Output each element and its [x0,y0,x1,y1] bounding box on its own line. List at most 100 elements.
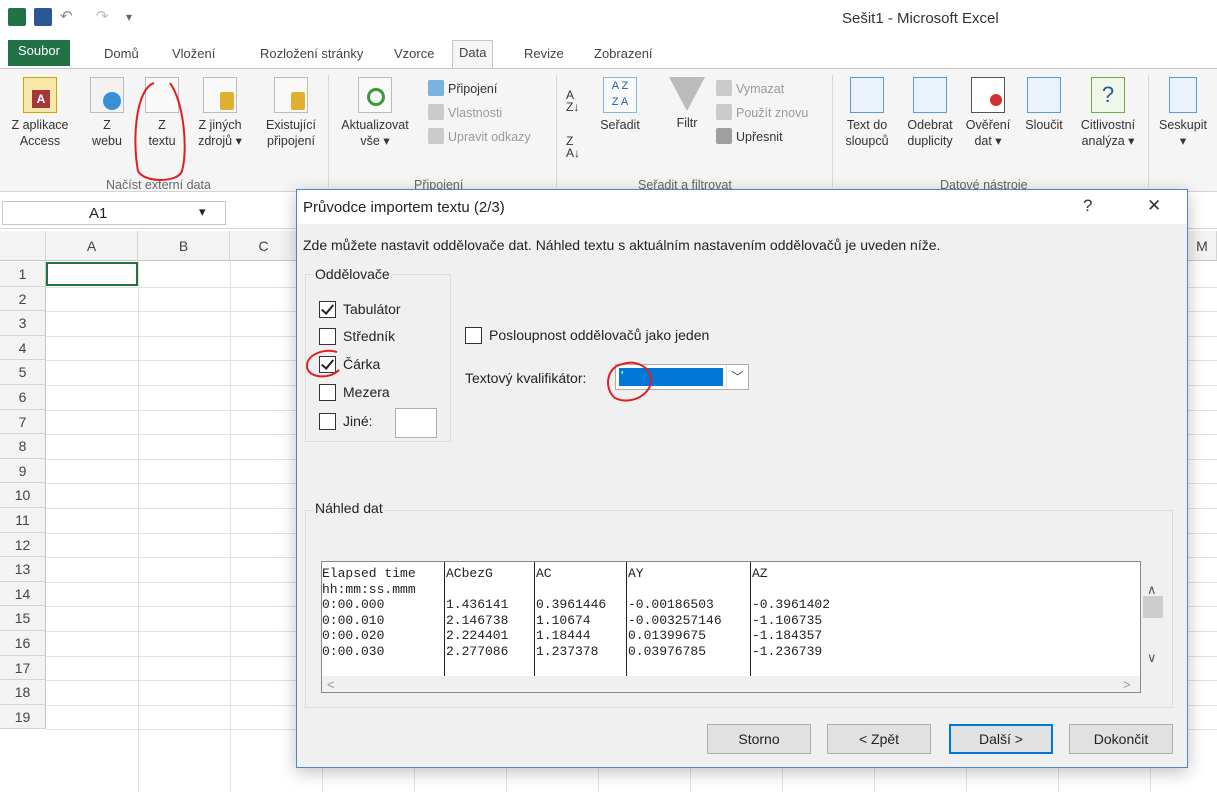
name-box-dropdown-icon[interactable]: ▾ [199,204,206,220]
customize-qat-icon[interactable]: ▾ [126,8,144,26]
refresh-all-button[interactable]: Aktualizovat vše ▾ [332,77,418,149]
preview-cell: -1.184357 [752,628,823,644]
cancel-button[interactable]: Storno [707,724,811,754]
row-header[interactable]: 2 [0,286,46,312]
from-other-label-2: zdrojů ▾ [198,134,242,148]
existing-connections-button[interactable]: Existující připojení [256,77,326,149]
preview-cell: 1.237378 [536,644,599,659]
tab-insert[interactable]: Vložení [166,44,221,68]
consecutive-delimiters-checkbox[interactable] [465,327,482,344]
back-button[interactable]: < Zpět [827,724,931,754]
horizontal-scrollbar[interactable] [322,676,1140,692]
tab-page-layout[interactable]: Rozložení stránky [254,44,369,68]
tab-review[interactable]: Revize [518,44,570,68]
sort-az-icon[interactable]: A Z↓ [566,89,579,113]
row-header[interactable]: 9 [0,458,46,484]
connections-button[interactable]: Připojení [428,79,497,99]
web-icon [90,77,124,113]
column-header-m[interactable]: M [1188,231,1217,261]
tab-home[interactable]: Domů [98,44,145,68]
preview-cell: -1.106735 [752,612,823,628]
row-header[interactable]: 13 [0,557,46,582]
what-if-icon: ? [1091,77,1125,113]
row-header[interactable]: 3 [0,311,46,336]
select-all-corner[interactable] [0,231,46,261]
title-bar: ↶ ↷ ▾ Sešit1 - Microsoft Excel [0,0,1217,38]
preview-column-separator[interactable] [444,562,445,676]
tab-file[interactable]: Soubor [8,40,70,66]
dialog-title: Průvodce importem textu (2/3) [303,199,505,216]
what-if-analysis-button[interactable]: ? Citlivostní analýza ▾ [1072,77,1144,149]
remove-duplicates-button[interactable]: Odebrat duplicity [900,77,960,149]
row-header[interactable]: 17 [0,655,46,681]
column-header-a[interactable]: A [46,231,138,261]
data-validation-icon [971,77,1005,113]
preview-cell: hh:mm:ss.mmm [322,581,416,597]
from-web-label-1: Z [103,118,111,132]
semicolon-checkbox[interactable] [319,328,336,345]
annotation-circle [305,349,340,378]
row-header[interactable]: 18 [0,680,46,705]
active-cell-a1[interactable] [46,262,138,286]
from-other-sources-button[interactable]: Z jiných zdrojů ▾ [190,77,250,149]
tab-formulas[interactable]: Vzorce [388,44,440,68]
row-header[interactable]: 1 [0,262,46,287]
row-header[interactable]: 8 [0,434,46,459]
row-header[interactable]: 10 [0,483,46,508]
chevron-down-icon[interactable]: ﹀ [726,365,748,389]
row-header[interactable]: 5 [0,360,46,385]
row-header[interactable]: 19 [0,704,46,730]
save-icon[interactable] [34,8,52,26]
column-header-b[interactable]: B [138,231,230,261]
consolidate-button[interactable]: Sloučit [1018,77,1070,133]
refresh-icon [358,77,392,113]
other-checkbox[interactable] [319,413,336,430]
tab-checkbox[interactable] [319,301,336,318]
undo-icon[interactable]: ↶ [60,8,78,26]
row-header[interactable]: 7 [0,409,46,435]
sort-button[interactable]: A ZZ A Seřadit [592,77,648,133]
space-checkbox[interactable] [319,384,336,401]
group-button[interactable]: Seskupit ▾ [1150,77,1216,149]
vertical-scrollbar-thumb[interactable] [1143,596,1163,618]
row-header[interactable]: 6 [0,385,46,410]
filter-button[interactable]: Filtr [664,77,710,131]
preview-column-separator[interactable] [534,562,535,676]
row-header[interactable]: 4 [0,335,46,361]
data-preview-table: Elapsed time hh:mm:ss.mmm 0:00.000 0:00.010… [321,561,1141,693]
tab-view[interactable]: Zobrazení [588,44,659,68]
preview-column-separator[interactable] [750,562,751,676]
other-delimiter-input[interactable] [395,408,437,438]
column-header-c[interactable]: C [230,231,298,261]
close-button[interactable]: ✕ [1147,196,1161,216]
row-header[interactable]: 11 [0,508,46,533]
from-access-button[interactable]: A Z aplikace Access [4,77,76,149]
finish-button[interactable]: Dokončit [1069,724,1173,754]
scroll-down-icon[interactable]: ∨ [1147,650,1157,666]
advanced-button[interactable]: Upřesnit [716,127,783,147]
text-to-columns-button[interactable]: Text do sloupců [838,77,896,149]
consecutive-delimiters-label: Posloupnost oddělovačů jako jeden [489,327,710,343]
help-button[interactable]: ? [1083,196,1092,216]
from-web-button[interactable]: Z webu [86,77,128,149]
sort-za-icon[interactable]: Z A↓ [566,135,580,159]
row-header[interactable]: 15 [0,606,46,631]
row-header[interactable]: 12 [0,532,46,558]
edit-links-button: Upravit odkazy [428,127,531,147]
redo-icon[interactable]: ↷ [96,8,114,26]
scroll-left-icon[interactable]: < [327,677,335,692]
row-header[interactable]: 16 [0,631,46,656]
preview-cell: -1.236739 [752,644,823,659]
space-checkbox-label: Mezera [343,384,390,400]
row-header[interactable]: 14 [0,581,46,607]
preview-column-separator[interactable] [626,562,627,676]
dialog-title-bar: Průvodce importem textu (2/3) ? ✕ [297,190,1187,224]
tab-data[interactable]: Data [452,40,494,69]
data-validation-button[interactable]: Ověření dat ▾ [960,77,1016,149]
scroll-right-icon[interactable]: > [1123,677,1131,692]
filter-label: Filtr [676,116,698,130]
name-box[interactable]: A1 ▾ [2,201,226,225]
next-button[interactable]: Další > [949,724,1053,754]
database-icon [203,77,237,113]
ribbon-tabs: Soubor Domů Vložení Rozložení stránky Vz… [0,38,1217,69]
